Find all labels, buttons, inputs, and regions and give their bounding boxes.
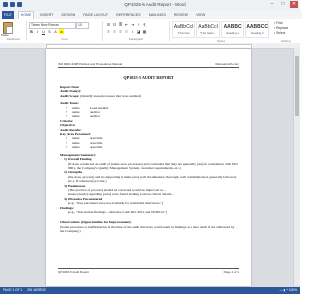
tab-review[interactable]: REVIEW: [172, 11, 190, 19]
tab-home[interactable]: HOME: [17, 11, 35, 19]
maximize-button[interactable]: □: [279, 1, 287, 8]
header-right-text: Manualsmith.com: [215, 62, 239, 66]
tab-page-layout[interactable]: PAGE LAYOUT: [81, 11, 110, 19]
close-button[interactable]: ✕: [290, 1, 298, 8]
style-name: Heading 2: [250, 31, 264, 35]
word-count[interactable]: 251 WORDS: [27, 287, 45, 294]
sort-icon[interactable]: ↕: [136, 22, 141, 27]
strikethrough-icon[interactable]: S: [47, 29, 52, 34]
tab-references[interactable]: REFERENCES: [114, 11, 143, 19]
vertical-scrollbar[interactable]: [293, 48, 300, 286]
style-name: ¶ No Spac...: [200, 31, 216, 35]
justify-icon[interactable]: ≡: [124, 29, 129, 34]
style-normal[interactable]: AaBbCcI ¶ Normal: [172, 21, 196, 38]
paragraph-group-label: Paragraph: [128, 37, 143, 41]
save-icon[interactable]: [3, 2, 8, 7]
select-button[interactable]: Select: [274, 31, 298, 36]
personnel-area: area/title: [90, 145, 103, 150]
quick-access-toolbar: [3, 2, 22, 7]
footer-right-text: Page 1 of 1: [223, 270, 239, 274]
observations-text: (Some processes or inefficiencies at the…: [60, 224, 235, 234]
tab-file[interactable]: FILE: [2, 11, 14, 19]
ribbon: Paste Clipboard Times New Roman 10 B I U…: [0, 19, 300, 44]
tab-view[interactable]: VIEW: [194, 11, 207, 19]
font-group: Times New Roman 10 B I U S A a Font: [27, 21, 103, 41]
style-sample: AaBbCcI: [173, 24, 194, 30]
style-sample: AaBbCcI: [198, 24, 219, 30]
footer-left-text: QP1025-5 Audit Report: [58, 270, 90, 274]
status-bar: PAGE 1 OF 1 251 WORDS — ▮ + 100%: [0, 287, 300, 294]
align-right-icon[interactable]: ≡: [118, 29, 123, 34]
team-name: name: [72, 114, 80, 119]
style-name: Heading 1: [226, 31, 239, 35]
editing-group: Find Replace Select: [274, 21, 298, 36]
clipboard-group-label: Clipboard: [6, 37, 20, 41]
tab-mailings[interactable]: MAILINGS: [147, 11, 168, 19]
font-format-buttons: B I U S A a: [29, 29, 64, 34]
document-title: QP1025-5 AUDIT REPORT: [123, 75, 174, 80]
numbering-icon[interactable]: ☷: [112, 22, 117, 27]
align-left-icon[interactable]: ≡: [106, 29, 111, 34]
style-heading-1[interactable]: AABBC Heading 1: [220, 21, 245, 38]
style-no-spacing[interactable]: AaBbCcI ¶ No Spac...: [196, 21, 220, 38]
clipboard-group: Paste Clipboard: [0, 21, 27, 41]
font-group-label: Font: [61, 37, 68, 41]
shading-icon[interactable]: ◪: [136, 29, 141, 34]
font-name-select[interactable]: Times New Roman: [29, 22, 76, 29]
list-buttons: ☰ ☷ ≣ ⇤ ⇥ ↕ ¶: [106, 22, 147, 27]
style-sample: AABBC: [223, 24, 242, 30]
multilevel-list-icon[interactable]: ≣: [118, 22, 123, 27]
align-center-icon[interactable]: ≡: [112, 29, 117, 34]
window-controls: – □ ✕: [268, 1, 298, 8]
font-size-select[interactable]: 10: [76, 22, 89, 29]
styles-gallery: AaBbCcI ¶ Normal AaBbCcI ¶ No Spac... AA…: [172, 21, 270, 38]
bold-icon[interactable]: B: [29, 29, 34, 34]
line-spacing-icon[interactable]: ↕: [130, 29, 135, 34]
style-name: ¶ Normal: [178, 31, 190, 35]
minimize-button[interactable]: –: [268, 1, 276, 8]
decrease-indent-icon[interactable]: ⇤: [124, 22, 129, 27]
section-text: (If Area conducted an audit of (name are…: [68, 161, 238, 170]
page-header: ISO 9001:2008 Policies and Procedures Ma…: [58, 62, 239, 68]
style-sample: AABBCC: [246, 24, 268, 30]
bullets-icon[interactable]: ☰: [106, 22, 111, 27]
team-role: auditor: [90, 114, 100, 119]
italic-icon[interactable]: I: [35, 29, 40, 34]
tab-design[interactable]: DESIGN: [60, 11, 78, 19]
document-body: Report Date: Audit Date(s): Audit Scope:…: [60, 85, 238, 234]
zoom-control[interactable]: — ▮ + 100%: [279, 287, 297, 294]
redo-icon[interactable]: [17, 2, 22, 7]
word-window: QP1025-5 Audit Report - Word – □ ✕ FILE …: [0, 0, 302, 294]
header-left-text: ISO 9001:2008 Policies and Procedures Ma…: [58, 62, 123, 66]
personnel-name: name: [72, 145, 80, 150]
font-color-icon[interactable]: A: [53, 29, 58, 34]
borders-icon[interactable]: ▦: [142, 29, 147, 34]
pilcrow-icon[interactable]: ¶: [142, 22, 147, 27]
scrollbar-thumb[interactable]: [295, 56, 299, 116]
section-text: (the Area, process) and its supporting i…: [68, 174, 237, 184]
align-buttons: ≡ ≡ ≡ ≡ ↕ ◪ ▦: [106, 29, 147, 34]
undo-icon[interactable]: [10, 2, 15, 7]
paragraph-group: ☰ ☷ ≣ ⇤ ⇥ ↕ ¶ ≡ ≡ ≡ ≡ ↕ ◪ ▦ Paragraph: [103, 21, 170, 41]
audit-scope-value: (Identify areas/processes that were audi…: [80, 93, 142, 98]
tab-insert[interactable]: INSERT: [38, 11, 55, 19]
document-page[interactable]: ISO 9001:2008 Policies and Procedures Ma…: [46, 49, 251, 286]
audit-scope-label: Audit Scope:: [60, 93, 80, 98]
increase-indent-icon[interactable]: ⇥: [130, 22, 135, 27]
ribbon-tabs: FILE HOME INSERT DESIGN PAGE LAYOUT REFE…: [0, 11, 302, 19]
style-heading-2[interactable]: AABBCC Heading 2: [245, 21, 269, 38]
underline-icon[interactable]: U: [41, 29, 46, 34]
highlight-icon[interactable]: a: [59, 29, 64, 34]
status-left: PAGE 1 OF 1 251 WORDS: [3, 287, 46, 294]
page-footer: QP1025-5 Audit Report Page 1 of 1: [58, 268, 239, 274]
window-title: QP1025-5 Audit Report - Word: [124, 2, 186, 7]
page-count[interactable]: PAGE 1 OF 1: [3, 287, 22, 294]
